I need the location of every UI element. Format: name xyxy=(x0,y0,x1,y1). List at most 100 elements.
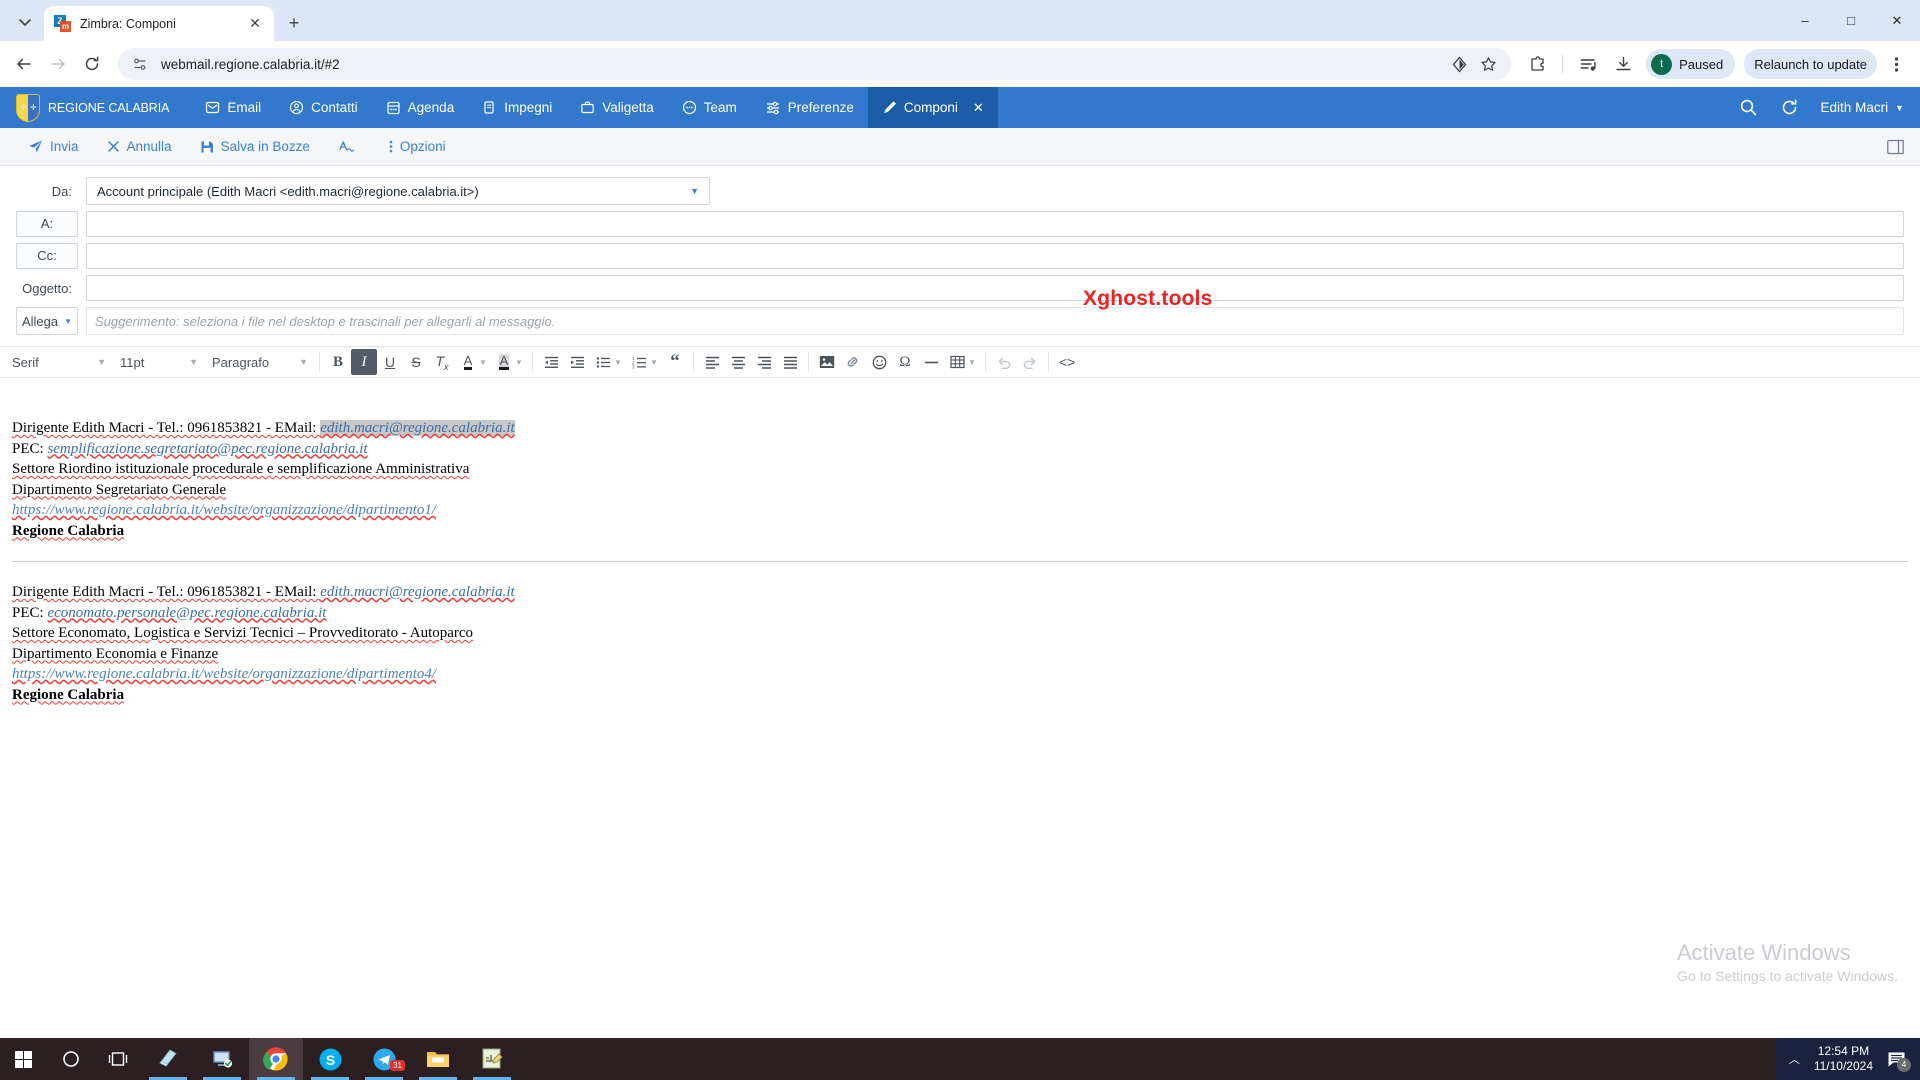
nav-tab-contatti[interactable]: Contatti xyxy=(275,87,372,128)
send-button[interactable]: Invia xyxy=(14,133,93,161)
redo-button[interactable] xyxy=(1017,349,1043,375)
undo-button[interactable] xyxy=(991,349,1017,375)
site-settings-icon[interactable] xyxy=(132,56,149,73)
pec-email[interactable]: semplificazione.segretariato@pec.regione… xyxy=(47,441,367,457)
chevron-down-icon: ▼ xyxy=(299,357,308,367)
close-compose-tab-icon[interactable]: ✕ xyxy=(973,100,984,116)
align-justify-button[interactable] xyxy=(777,349,803,375)
browser-toolbar: webmail.regione.calabria.it/#2 t Paused … xyxy=(0,41,1920,87)
reload-icon[interactable] xyxy=(76,48,108,80)
cc-input[interactable] xyxy=(86,243,1904,269)
options-button[interactable]: Opzioni xyxy=(375,133,460,161)
signature-url[interactable]: https://www.regione.calabria.it/website/… xyxy=(12,666,436,682)
paragraph-style-select[interactable]: Paragrafo ▼ xyxy=(204,349,314,375)
notification-icon[interactable]: 4 xyxy=(1887,1051,1911,1072)
insert-image-button[interactable] xyxy=(814,349,840,375)
nav-tab-impegni[interactable]: Impegni xyxy=(468,87,566,128)
maximize-button[interactable]: □ xyxy=(1828,0,1874,41)
insert-link-button[interactable] xyxy=(840,349,866,375)
align-left-button[interactable] xyxy=(699,349,725,375)
tab-search-icon[interactable] xyxy=(10,7,40,37)
tray-date: 11/10/2024 xyxy=(1813,1059,1873,1073)
browser-tab[interactable]: Z m Zimbra: Componi ✕ xyxy=(44,6,274,41)
align-center-button[interactable] xyxy=(725,349,751,375)
forward-arrow-icon[interactable] xyxy=(42,48,74,80)
cancel-button[interactable]: Annulla xyxy=(93,133,186,161)
three-dot-menu-icon[interactable] xyxy=(1880,48,1912,80)
show-hidden-icons-chevron[interactable]: ︿ xyxy=(1789,1051,1800,1067)
from-account-select[interactable]: Account principale (Edith Macri <edith.m… xyxy=(86,177,710,205)
horizontal-rule-button[interactable] xyxy=(918,349,944,375)
download-icon[interactable] xyxy=(1607,48,1639,80)
chevron-down-icon[interactable]: ▼ xyxy=(513,349,525,375)
task-view-icon[interactable] xyxy=(94,1038,141,1080)
relaunch-label: Relaunch to update xyxy=(1754,56,1867,72)
outdent-button[interactable] xyxy=(538,349,564,375)
tray-clock[interactable]: 12:54 PM 11/10/2024 xyxy=(1814,1044,1873,1074)
subject-input[interactable] xyxy=(86,275,1904,301)
attach-button[interactable]: Allega ▼ xyxy=(16,307,78,335)
strikethrough-button[interactable]: S xyxy=(403,349,429,375)
extensions-puzzle-icon[interactable] xyxy=(1521,48,1553,80)
google-chrome-icon[interactable] xyxy=(249,1038,303,1080)
message-body-editor[interactable]: Dirigente Edith Macri - Tel.: 0961853821… xyxy=(0,378,1920,705)
relaunch-to-update-button[interactable]: Relaunch to update xyxy=(1744,49,1877,79)
chevron-down-icon[interactable]: ▼ xyxy=(966,349,978,375)
special-character-button[interactable]: Ω xyxy=(892,349,918,375)
search-icon[interactable] xyxy=(1739,98,1758,117)
save-draft-button[interactable]: Salva in Bozze xyxy=(186,133,324,161)
align-right-button[interactable] xyxy=(751,349,777,375)
nav-tab-componi[interactable]: Componi ✕ xyxy=(867,87,998,128)
close-x-icon xyxy=(107,140,120,153)
file-explorer-icon[interactable] xyxy=(411,1038,465,1080)
source-code-button[interactable]: <> xyxy=(1054,349,1080,375)
signature-email[interactable]: edith.macri@regione.calabria.it xyxy=(320,420,515,436)
nav-tab-agenda[interactable]: Agenda xyxy=(372,87,469,128)
chevron-down-icon[interactable]: ▼ xyxy=(612,349,624,375)
windows-start-icon[interactable] xyxy=(0,1038,47,1080)
skype-icon[interactable]: S xyxy=(303,1038,357,1080)
chevron-down-icon[interactable]: ▼ xyxy=(477,349,489,375)
zimbra-favicon: Z m xyxy=(54,15,71,32)
notepad-editor-icon[interactable] xyxy=(465,1038,519,1080)
window-close-button[interactable]: ✕ xyxy=(1874,0,1920,41)
signature-email[interactable]: edith.macri@regione.calabria.it xyxy=(320,584,514,600)
user-menu[interactable]: Edith Macri ▼ xyxy=(1821,100,1904,115)
font-size-select[interactable]: 11pt ▼ xyxy=(112,349,204,375)
nav-tab-valigetta[interactable]: Valigetta xyxy=(566,87,668,128)
search-circle-icon[interactable] xyxy=(47,1038,94,1080)
minimize-button[interactable]: – xyxy=(1782,0,1828,41)
signature-org: Regione Calabria xyxy=(12,522,125,539)
spellcheck-button[interactable] xyxy=(324,133,375,161)
signature-settore: Settore Economato, Logistica e Servizi T… xyxy=(12,625,474,641)
address-bar[interactable]: webmail.regione.calabria.it/#2 xyxy=(118,48,1512,80)
bold-button[interactable]: B xyxy=(325,349,351,375)
remove-format-button[interactable]: Tx xyxy=(429,349,455,375)
font-family-select[interactable]: Serif ▼ xyxy=(4,349,112,375)
signature-url[interactable]: https://www.regione.calabria.it/website/… xyxy=(12,502,436,518)
new-tab-button[interactable]: + xyxy=(280,9,308,37)
close-icon[interactable]: ✕ xyxy=(246,15,264,33)
italic-button[interactable]: I xyxy=(351,349,377,375)
remote-desktop-icon[interactable] xyxy=(195,1038,249,1080)
nav-tab-team[interactable]: Team xyxy=(668,87,751,128)
sticky-notes-icon[interactable] xyxy=(141,1038,195,1080)
chevron-down-icon[interactable]: ▼ xyxy=(648,349,660,375)
telegram-icon[interactable]: 31 xyxy=(357,1038,411,1080)
pec-email[interactable]: economato.personale@pec.regione.calabria… xyxy=(47,605,326,621)
underline-button[interactable]: U xyxy=(377,349,403,375)
reading-pane-icon[interactable] xyxy=(1887,139,1904,154)
refresh-icon[interactable] xyxy=(1780,98,1799,117)
split-view-icon[interactable] xyxy=(1451,56,1468,73)
send-label: Invia xyxy=(50,139,79,154)
nav-tab-preferenze[interactable]: Preferenze xyxy=(751,87,868,128)
to-input[interactable] xyxy=(86,211,1904,237)
emoji-button[interactable] xyxy=(866,349,892,375)
reading-list-icon[interactable] xyxy=(1572,48,1604,80)
nav-tab-email[interactable]: Email xyxy=(191,87,275,128)
blockquote-button[interactable]: “ xyxy=(662,349,688,375)
indent-button[interactable] xyxy=(564,349,590,375)
star-icon[interactable] xyxy=(1480,56,1497,73)
profile-chip[interactable]: t Paused xyxy=(1646,49,1736,79)
back-arrow-icon[interactable] xyxy=(8,48,40,80)
